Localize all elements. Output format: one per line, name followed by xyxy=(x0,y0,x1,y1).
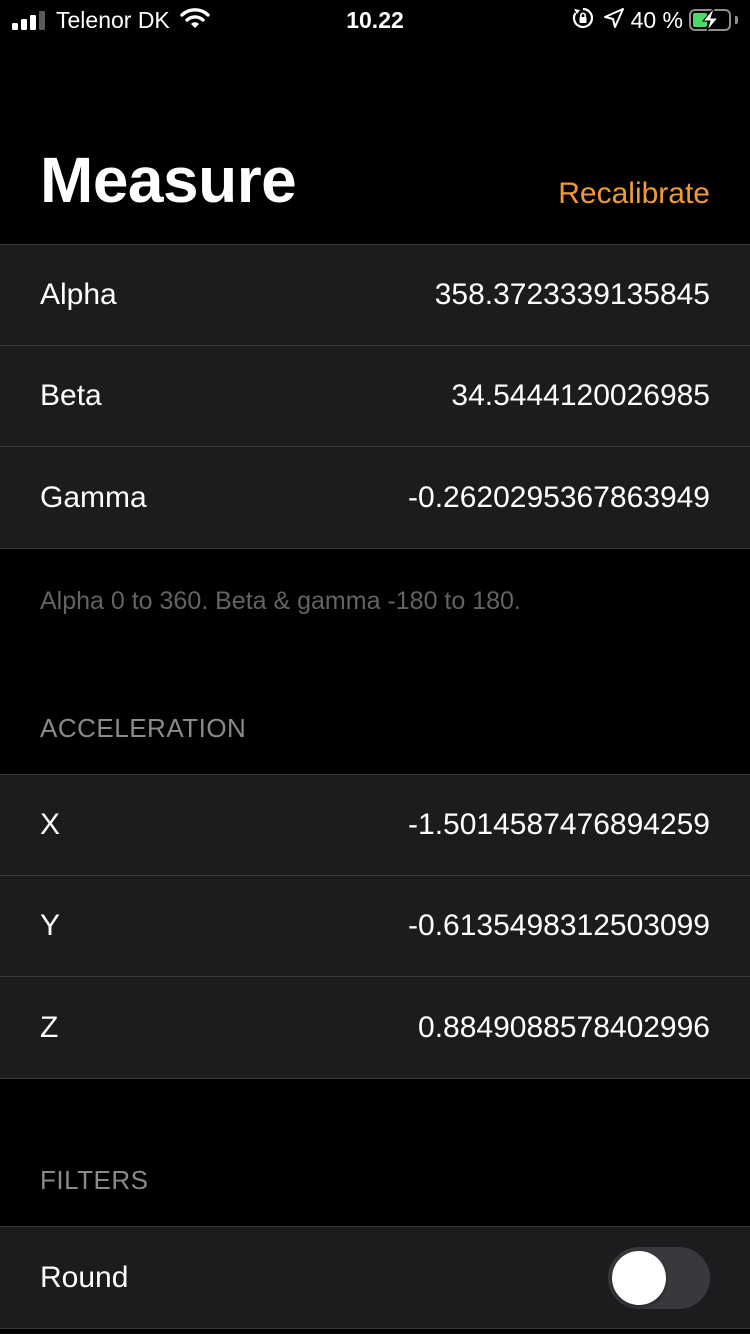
row-label: Y xyxy=(40,909,61,942)
battery-percent: 40 % xyxy=(630,6,683,33)
row-label: Beta xyxy=(40,379,102,412)
status-bar: Telenor DK 10.22 40 % xyxy=(0,0,750,40)
row-value: 358.3723339135845 xyxy=(434,278,710,311)
section-header-filters: FILTERS xyxy=(40,1165,149,1195)
row-value: 0.8849088578402996 xyxy=(418,1010,710,1044)
round-toggle[interactable] xyxy=(608,1246,710,1309)
orientation-group: Alpha 358.3723339135845 Beta 34.54441200… xyxy=(0,244,750,549)
row-value: -0.2620295367863949 xyxy=(408,480,710,514)
page-title: Measure xyxy=(40,144,297,216)
row-alpha: Alpha 358.3723339135845 xyxy=(0,245,750,346)
row-y: Y -0.6135498312503099 xyxy=(0,876,750,977)
row-label: Gamma xyxy=(40,480,147,514)
recalibrate-button[interactable]: Recalibrate xyxy=(558,174,710,214)
row-x: X -1.5014587476894259 xyxy=(0,775,750,876)
location-arrow-icon xyxy=(603,7,625,34)
row-z: Z 0.8849088578402996 xyxy=(0,977,750,1078)
row-value: -0.6135498312503099 xyxy=(408,909,710,942)
row-label: X xyxy=(40,808,61,841)
toggle-knob[interactable] xyxy=(612,1250,666,1305)
battery-cap xyxy=(735,16,738,24)
orientation-footer-note: Alpha 0 to 360. Beta & gamma -180 to 180… xyxy=(40,587,521,615)
filters-group: Round xyxy=(0,1226,750,1329)
row-label: Z xyxy=(40,1010,59,1044)
row-beta: Beta 34.5444120026985 xyxy=(0,346,750,447)
charging-bolt-icon xyxy=(701,9,720,31)
row-value: 34.5444120026985 xyxy=(451,379,710,412)
row-gamma: Gamma -0.2620295367863949 xyxy=(0,447,750,548)
row-value: -1.5014587476894259 xyxy=(408,808,710,841)
row-label: Alpha xyxy=(40,278,117,311)
status-bar-right: 40 % xyxy=(571,6,738,34)
orientation-lock-icon xyxy=(571,6,595,35)
acceleration-group: X -1.5014587476894259 Y -0.6135498312503… xyxy=(0,774,750,1079)
section-header-acceleration: ACCELERATION xyxy=(40,713,247,743)
battery-charging-icon xyxy=(689,9,731,31)
row-round: Round xyxy=(0,1227,750,1328)
row-label: Round xyxy=(40,1260,129,1294)
